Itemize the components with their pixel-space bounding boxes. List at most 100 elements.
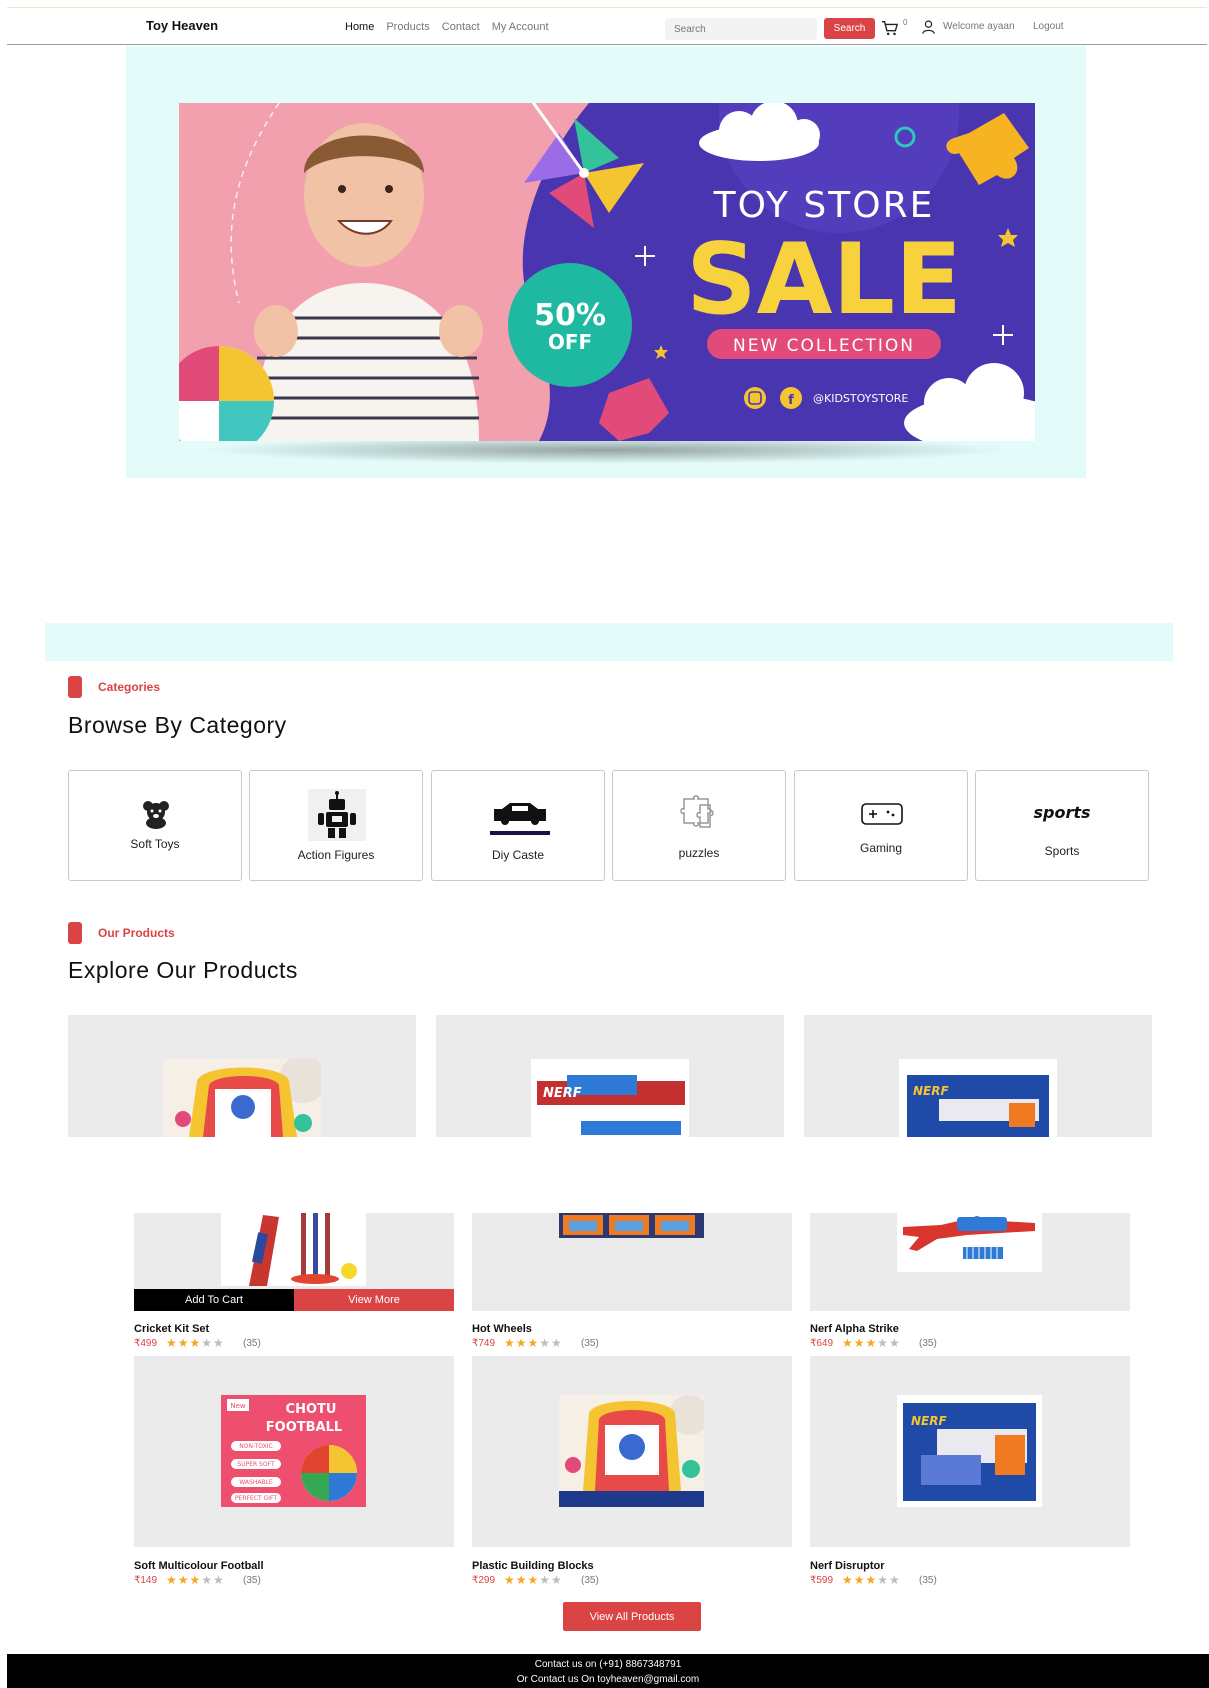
product-name[interactable]: Cricket Kit Set — [134, 1323, 209, 1335]
product-name[interactable]: Soft Multicolour Football — [134, 1560, 264, 1572]
brand-logo-text[interactable]: Toy Heaven — [146, 18, 218, 33]
teddy-bear-icon — [143, 801, 169, 829]
robot-icon — [308, 789, 366, 841]
category-puzzles[interactable]: puzzles — [612, 770, 786, 881]
product-card-partial[interactable]: NERF — [804, 1015, 1152, 1137]
category-label: Gaming — [859, 841, 903, 855]
football-badge: New — [230, 1402, 246, 1410]
nav-my-account-link[interactable]: My Account — [492, 21, 549, 33]
football-tag: SUPER SOFT — [237, 1461, 275, 1468]
product-price: ₹499 — [134, 1338, 158, 1349]
product-name[interactable]: Plastic Building Blocks — [472, 1560, 594, 1572]
view-all-products-button[interactable]: View All Products — [563, 1602, 701, 1631]
banner-handle: @KIDSTOYSTORE — [813, 392, 908, 405]
product-image — [559, 1213, 704, 1238]
product-price: ₹149 — [134, 1575, 158, 1586]
nav-contact-link[interactable]: Contact — [442, 21, 480, 33]
categories-title: Browse By Category — [68, 712, 287, 738]
rating-stars: ★★★★★ — [842, 1573, 901, 1587]
banner-line2: SALE — [686, 223, 962, 337]
category-soft-toys[interactable]: Soft Toys — [68, 770, 242, 881]
product-card-nerf-alpha-strike[interactable] — [810, 1213, 1130, 1311]
welcome-text: Welcome ayaan — [943, 21, 1015, 32]
review-count: (35) — [581, 1575, 599, 1586]
nav-home-link[interactable]: Home — [345, 21, 374, 33]
add-to-cart-button[interactable]: Add To Cart — [134, 1289, 294, 1311]
nerf-logo-text: NERF — [543, 1086, 582, 1101]
cart-icon[interactable] — [881, 19, 899, 37]
sports-logo: sports — [1033, 803, 1091, 822]
review-count: (35) — [919, 1575, 937, 1586]
top-navbar: Toy Heaven Home Products Contact My Acco… — [7, 7, 1207, 45]
cart-count-badge: 0 — [903, 18, 908, 27]
user-icon[interactable] — [921, 19, 936, 35]
category-diy-caste[interactable]: Diy Caste — [431, 770, 605, 881]
product-image — [897, 1213, 1042, 1272]
product-name[interactable]: Nerf Alpha Strike — [810, 1323, 899, 1335]
category-label: Action Figures — [297, 848, 375, 862]
review-count: (35) — [581, 1338, 599, 1349]
logout-link[interactable]: Logout — [1033, 21, 1064, 32]
banner-artwork: 50% OFF TOY STORE SALE NEW COLLECTION f … — [179, 103, 1035, 441]
product-image — [559, 1395, 704, 1507]
rating-stars: ★★★★★ — [166, 1573, 225, 1587]
product-name[interactable]: Hot Wheels — [472, 1323, 532, 1335]
nerf-logo-text: NERF — [911, 1414, 947, 1428]
product-image: NERF — [899, 1059, 1057, 1137]
products-label: Our Products — [98, 926, 175, 940]
footer: Contact us on (+91) 8867348791 Or Contac… — [7, 1654, 1209, 1688]
category-label: Sports — [1044, 844, 1080, 858]
banner-collection: NEW COLLECTION — [733, 336, 915, 356]
review-count: (35) — [243, 1338, 261, 1349]
categories-label: Categories — [98, 680, 161, 694]
product-name[interactable]: Nerf Disruptor — [810, 1560, 885, 1572]
banner-discount-value: 50% — [534, 298, 606, 333]
rating-stars: ★★★★★ — [166, 1336, 225, 1350]
footer-phone: Contact us on (+91) 8867348791 — [534, 1659, 682, 1670]
view-more-button[interactable]: View More — [294, 1289, 454, 1311]
product-price: ₹749 — [472, 1338, 496, 1349]
category-gaming[interactable]: Gaming — [794, 770, 968, 881]
banner-discount-word: OFF — [548, 330, 592, 354]
puzzle-icon — [680, 795, 714, 828]
product-card-nerf-disruptor[interactable]: NERF — [810, 1356, 1130, 1547]
nerf-logo-text: NERF — [913, 1084, 949, 1098]
category-sports[interactable]: sports Sports — [975, 770, 1149, 881]
product-image — [163, 1059, 321, 1137]
football-line2: FOOTBALL — [266, 1420, 342, 1435]
product-card-football[interactable]: New CHOTU FOOTBALL NON-TOXIC SUPER SOFT … — [134, 1356, 454, 1547]
sale-banner[interactable]: 50% OFF TOY STORE SALE NEW COLLECTION f … — [179, 103, 1035, 441]
category-label: puzzles — [678, 846, 720, 860]
product-image: New CHOTU FOOTBALL NON-TOXIC SUPER SOFT … — [221, 1395, 366, 1507]
gamepad-icon — [861, 803, 903, 825]
search-input[interactable] — [665, 18, 817, 40]
review-count: (35) — [919, 1338, 937, 1349]
product-price: ₹599 — [810, 1575, 834, 1586]
search-button[interactable]: Search — [824, 18, 875, 39]
football-tag: PERFECT GIFT — [235, 1495, 277, 1502]
product-card-partial[interactable]: NERF — [436, 1015, 784, 1137]
product-image — [221, 1213, 366, 1286]
football-line1: CHOTU — [286, 1402, 337, 1417]
category-label: Diy Caste — [491, 848, 544, 862]
product-image: NERF — [897, 1395, 1042, 1507]
rating-stars: ★★★★★ — [504, 1573, 563, 1587]
product-card-building-blocks[interactable] — [472, 1356, 792, 1547]
nav-products-link[interactable]: Products — [386, 21, 429, 33]
football-tag: NON-TOXIC — [239, 1443, 272, 1450]
footer-email[interactable]: Or Contact us On toyheaven@gmail.com — [7, 1672, 1209, 1687]
products-marker — [68, 922, 82, 944]
category-action-figures[interactable]: Action Figures — [249, 770, 423, 881]
car-icon — [490, 803, 550, 835]
categories-marker — [68, 676, 82, 698]
secondary-band — [45, 623, 1173, 661]
rating-stars: ★★★★★ — [842, 1336, 901, 1350]
product-card-partial[interactable] — [68, 1015, 416, 1137]
product-price: ₹649 — [810, 1338, 834, 1349]
svg-text:f: f — [788, 393, 794, 408]
product-card-hot-wheels[interactable] — [472, 1213, 792, 1311]
main-nav: Home Products Contact My Account — [345, 21, 549, 33]
review-count: (35) — [243, 1575, 261, 1586]
football-tag: WASHABLE — [239, 1479, 273, 1486]
rating-stars: ★★★★★ — [504, 1336, 563, 1350]
